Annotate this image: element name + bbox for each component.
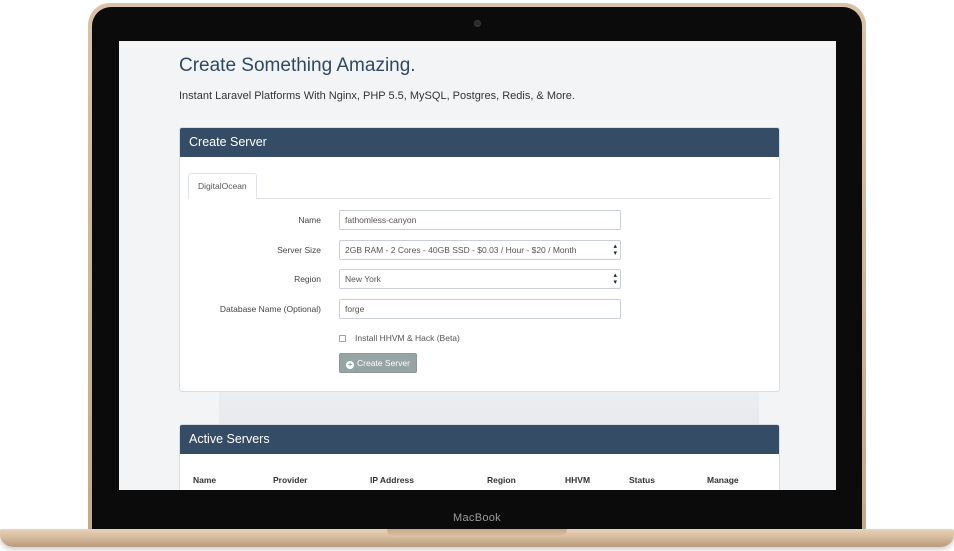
- name-input[interactable]: fathomless-canyon: [339, 210, 621, 230]
- region-select[interactable]: New York ▴ ▾: [339, 269, 621, 289]
- page-subtitle: Instant Laravel Platforms With Nginx, PH…: [179, 90, 575, 102]
- database-name-input[interactable]: forge: [339, 299, 621, 319]
- laptop-notch: [387, 529, 567, 537]
- column-header-ip-address[interactable]: IP Address: [370, 475, 414, 485]
- screen: Create Something Amazing. Instant Larave…: [119, 41, 836, 490]
- create-server-button[interactable]: + Create Server: [339, 353, 417, 373]
- column-header-provider[interactable]: Provider: [273, 475, 308, 485]
- page-title: Create Something Amazing.: [179, 55, 416, 76]
- active-servers-heading: Active Servers: [180, 425, 779, 454]
- column-header-manage[interactable]: Manage: [707, 475, 739, 485]
- database-name-label: Database Name (Optional): [219, 304, 321, 314]
- column-header-name[interactable]: Name: [193, 475, 216, 485]
- server-size-select[interactable]: 2GB RAM - 2 Cores - 40GB SSD - $0.03 / H…: [339, 240, 621, 260]
- hhvm-checkbox-label[interactable]: Install HHVM & Hack (Beta): [355, 333, 460, 343]
- camera-icon: [474, 20, 481, 27]
- column-header-hhvm[interactable]: HHVM: [565, 475, 590, 485]
- plus-circle-icon: +: [346, 360, 355, 369]
- select-arrows-icon: ▴ ▾: [613, 243, 617, 257]
- name-label: Name: [298, 215, 321, 225]
- provider-tabs: DigitalOcean: [188, 173, 771, 199]
- server-size-value: 2GB RAM - 2 Cores - 40GB SSD - $0.03 / H…: [345, 245, 577, 255]
- select-arrows-icon: ▴ ▾: [613, 272, 617, 286]
- column-header-region[interactable]: Region: [487, 475, 516, 485]
- active-servers-panel: Active Servers Name Provider IP Address …: [179, 424, 780, 490]
- hhvm-checkbox[interactable]: [339, 335, 346, 342]
- column-header-status[interactable]: Status: [629, 475, 655, 485]
- create-server-panel: Create Server DigitalOcean Name fathomle…: [179, 127, 780, 392]
- laptop-brand-label: MacBook: [453, 512, 501, 524]
- create-server-heading: Create Server: [180, 128, 779, 157]
- region-value: New York: [345, 274, 381, 284]
- region-label: Region: [294, 274, 321, 284]
- server-size-label: Server Size: [277, 245, 321, 255]
- tab-digitalocean[interactable]: DigitalOcean: [188, 173, 257, 199]
- create-server-button-label: Create Server: [357, 358, 410, 368]
